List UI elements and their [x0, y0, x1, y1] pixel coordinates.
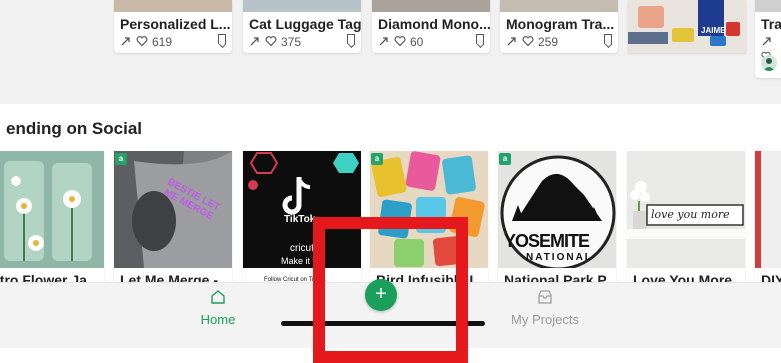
avatar[interactable] [761, 55, 777, 71]
yosemite-text: YOSEMITE [504, 231, 590, 251]
card-thumbnail: a YOSEMITE NATIONAL [498, 151, 616, 271]
bookmark-icon[interactable] [604, 34, 612, 44]
like-count: 60 [410, 35, 424, 49]
card-thumbnail [755, 151, 781, 268]
project-title: Diamond Mono... [378, 16, 490, 32]
project-thumbnail [243, 0, 361, 12]
project-thumbnail [755, 0, 781, 12]
project-card[interactable]: Monogram Tra... 259 [500, 0, 618, 53]
inbox-icon[interactable] [485, 289, 605, 309]
card-thumbnail [0, 151, 104, 268]
bookmark-icon[interactable] [476, 34, 484, 44]
bags-photo [628, 0, 746, 53]
project-title: Personalized L... [120, 16, 231, 32]
tiktok-text: TikTok [284, 214, 316, 225]
home-icon[interactable] [158, 289, 278, 309]
like-count: 259 [538, 35, 559, 49]
nav-my-projects-label: My Projects [511, 312, 579, 327]
project-thumbnail [372, 0, 490, 12]
highlight-box [313, 217, 468, 363]
project-card[interactable]: Cat Luggage Tag 375 [243, 0, 361, 53]
social-card[interactable]: a BESTIE LET ME MERGE Let Me Merge -... [114, 151, 232, 290]
nav-home[interactable]: Home [158, 283, 278, 327]
badge-icon: a [499, 153, 511, 165]
badge-icon: a [115, 153, 127, 165]
project-meta: 60 [372, 32, 490, 49]
national-text: NATIONAL [526, 252, 593, 263]
sign-text: love you more [651, 208, 730, 221]
project-meta: 259 [500, 32, 618, 49]
social-card[interactable]: love you more Love You More... [627, 151, 745, 290]
remix-icon[interactable] [120, 35, 132, 49]
project-thumbnail [500, 0, 618, 12]
project-title: Monogram Tra... [506, 16, 615, 32]
like-count: 375 [281, 35, 302, 49]
heart-icon[interactable] [394, 35, 406, 49]
project-title: Cat Luggage Tag [249, 16, 361, 32]
section-title: ending on Social [6, 119, 143, 138]
nav-home-label: Home [200, 312, 236, 327]
project-card-partial[interactable]: Tra [755, 0, 781, 78]
project-meta: 375 [243, 32, 361, 49]
photo-text: JAIME [701, 26, 726, 35]
badge-icon: a [371, 153, 383, 165]
project-photo-card[interactable]: JAIME [628, 0, 746, 53]
remix-icon[interactable] [378, 35, 390, 49]
like-count: 619 [152, 35, 173, 49]
project-thumbnail [114, 0, 232, 12]
heart-icon[interactable] [522, 35, 534, 49]
remix-icon[interactable] [761, 35, 773, 49]
project-meta: 619 [114, 32, 232, 49]
make-text: Make it f [281, 256, 316, 266]
remix-icon[interactable] [249, 35, 261, 49]
social-card[interactable]: a YOSEMITE NATIONAL National Park P... [498, 151, 616, 290]
project-card[interactable]: Diamond Mono... 60 [372, 0, 490, 53]
social-card[interactable]: etro Flower Ja... [0, 151, 104, 290]
project-card[interactable]: Personalized L... 619 [114, 0, 232, 53]
card-thumbnail: a BESTIE LET ME MERGE [114, 151, 232, 268]
heart-icon[interactable] [265, 35, 277, 49]
card-thumbnail: love you more [627, 151, 745, 268]
remix-icon[interactable] [506, 35, 518, 49]
project-title: Tra [761, 16, 781, 32]
heart-icon[interactable] [136, 35, 148, 49]
nav-my-projects[interactable]: My Projects [485, 283, 605, 327]
cricut-text: cricut [290, 243, 314, 254]
bookmark-icon[interactable] [218, 34, 226, 44]
social-card[interactable]: DIY [755, 151, 781, 290]
bookmark-icon[interactable] [347, 34, 355, 44]
